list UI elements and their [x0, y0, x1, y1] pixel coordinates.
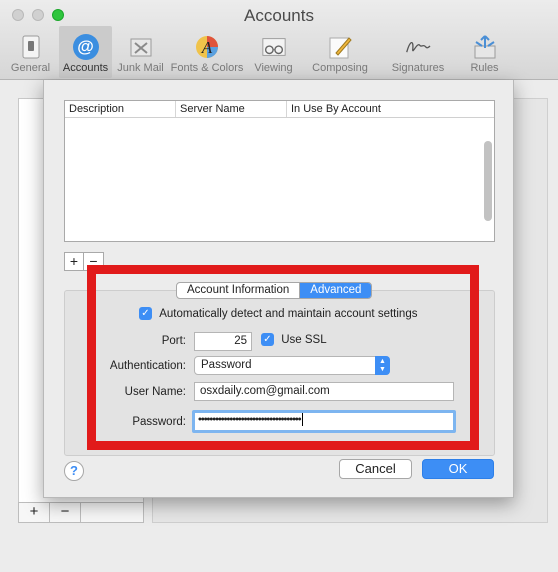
table-header: Description Server Name In Use By Accoun… [65, 101, 494, 118]
toolbar-signatures[interactable]: Signatures [380, 26, 456, 78]
toolbar-composing-label: Composing [312, 62, 368, 74]
toolbar-composing[interactable]: Composing [302, 26, 378, 78]
preferences-toolbar: General @ Accounts Junk Mail A Fonts & C… [4, 26, 513, 78]
toolbar-accounts[interactable]: @ Accounts [59, 26, 112, 78]
toolbar-fonts-colors[interactable]: A Fonts & Colors [169, 26, 245, 78]
pencil-icon [327, 34, 353, 60]
junk-mail-icon [128, 34, 154, 60]
column-header-server-name[interactable]: Server Name [176, 101, 287, 117]
toolbar-signatures-label: Signatures [391, 62, 445, 74]
toolbar-junk-mail-label: Junk Mail [117, 62, 164, 74]
toolbar-general-label: General [10, 62, 51, 74]
red-highlight-box [87, 265, 479, 450]
toolbar-junk-mail[interactable]: Junk Mail [114, 26, 167, 78]
column-header-description[interactable]: Description [65, 101, 176, 117]
add-server-button[interactable]: + [65, 253, 84, 270]
general-switch-icon [18, 34, 44, 60]
svg-text:A: A [201, 38, 213, 57]
toolbar-rules[interactable]: Rules [458, 26, 511, 78]
toolbar-viewing[interactable]: Viewing [247, 26, 300, 78]
ok-button[interactable]: OK [422, 459, 494, 479]
toolbar-viewing-label: Viewing [254, 62, 293, 74]
toolbar-accounts-label: Accounts [62, 62, 109, 74]
fonts-colors-icon: A [194, 34, 220, 60]
signature-icon [405, 34, 431, 60]
add-account-button[interactable]: + [19, 503, 50, 522]
rules-arrows-icon [472, 34, 498, 60]
title-bar: Accounts General @ Accounts Junk Mail A … [0, 0, 558, 80]
help-button[interactable]: ? [64, 461, 84, 481]
at-sign-icon: @ [72, 34, 99, 60]
cancel-button[interactable]: Cancel [339, 459, 412, 479]
toolbar-rules-label: Rules [470, 62, 499, 74]
remove-account-button[interactable]: − [50, 503, 81, 522]
toolbar-fonts-colors-label: Fonts & Colors [170, 62, 244, 74]
table-scrollbar[interactable] [484, 141, 492, 221]
toolbar-general[interactable]: General [4, 26, 57, 78]
column-header-in-use-by-account[interactable]: In Use By Account [287, 101, 477, 117]
window-title: Accounts [244, 6, 314, 25]
smtp-server-table[interactable]: Description Server Name In Use By Accoun… [64, 100, 495, 242]
accounts-list-buttons: + − [18, 502, 144, 523]
glasses-icon [261, 34, 287, 60]
